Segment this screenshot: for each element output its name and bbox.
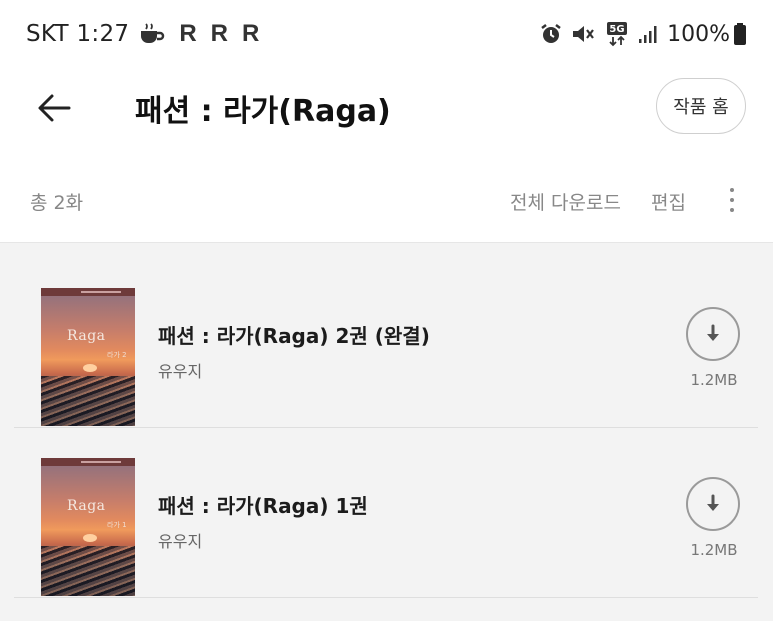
download-icon	[707, 324, 719, 341]
status-bar: SKT 1:27 R R R 5G 100%	[0, 0, 773, 68]
mute-icon	[571, 23, 597, 45]
book-cover: Raga 라가 2	[41, 288, 135, 426]
download-icon	[707, 494, 719, 511]
more-options-icon[interactable]	[718, 182, 746, 218]
download-button[interactable]	[686, 307, 740, 361]
divider	[14, 597, 758, 598]
r-icon: R	[210, 20, 228, 47]
alarm-icon	[539, 22, 563, 46]
5g-icon: 5G	[605, 21, 629, 47]
item-title: 패션 : 라가(Raga) 1권	[158, 494, 368, 518]
r-icon: R	[242, 20, 260, 47]
status-left: SKT 1:27 R R R	[26, 20, 259, 48]
carrier-time: SKT 1:27	[26, 21, 130, 47]
signal-icon	[637, 23, 659, 45]
coffee-icon	[139, 23, 165, 45]
list-header: 총 2화 전체 다운로드 편집	[0, 162, 773, 240]
battery-percent: 100%	[667, 21, 730, 47]
book-cover: Raga 라가 1	[41, 458, 135, 596]
work-home-button[interactable]: 작품 홈	[656, 78, 746, 134]
arrow-left-icon	[38, 94, 71, 122]
cover-title: Raga	[67, 328, 106, 344]
cover-volume: 라가 2	[107, 351, 127, 359]
battery-icon	[733, 22, 747, 46]
edit-button[interactable]: 편집	[651, 188, 686, 215]
app-bar: 패션 : 라가(Raga) 작품 홈	[0, 72, 773, 144]
page-title: 패션 : 라가(Raga)	[135, 94, 391, 129]
item-author: 유우지	[158, 532, 203, 551]
download-all-button[interactable]: 전체 다운로드	[510, 188, 621, 215]
svg-text:5G: 5G	[610, 24, 625, 35]
file-size: 1.2MB	[690, 541, 738, 559]
cover-title: Raga	[67, 498, 106, 514]
episode-list: Raga 라가 2 패션 : 라가(Raga) 2권 (완결) 유우지 1.2M…	[0, 242, 773, 621]
cover-volume: 라가 1	[107, 521, 127, 529]
divider	[14, 427, 758, 428]
list-item[interactable]: Raga 라가 2 패션 : 라가(Raga) 2권 (완결) 유우지 1.2M…	[0, 273, 773, 443]
r-icon: R	[179, 20, 197, 47]
back-button[interactable]	[34, 88, 74, 128]
list-item[interactable]: Raga 라가 1 패션 : 라가(Raga) 1권 유우지 1.2MB	[0, 443, 773, 613]
status-right: 5G 100%	[531, 21, 747, 47]
total-count: 총 2화	[30, 192, 84, 214]
download-button[interactable]	[686, 477, 740, 531]
item-author: 유우지	[158, 362, 203, 381]
item-title: 패션 : 라가(Raga) 2권 (완결)	[158, 324, 430, 348]
file-size: 1.2MB	[690, 371, 738, 389]
